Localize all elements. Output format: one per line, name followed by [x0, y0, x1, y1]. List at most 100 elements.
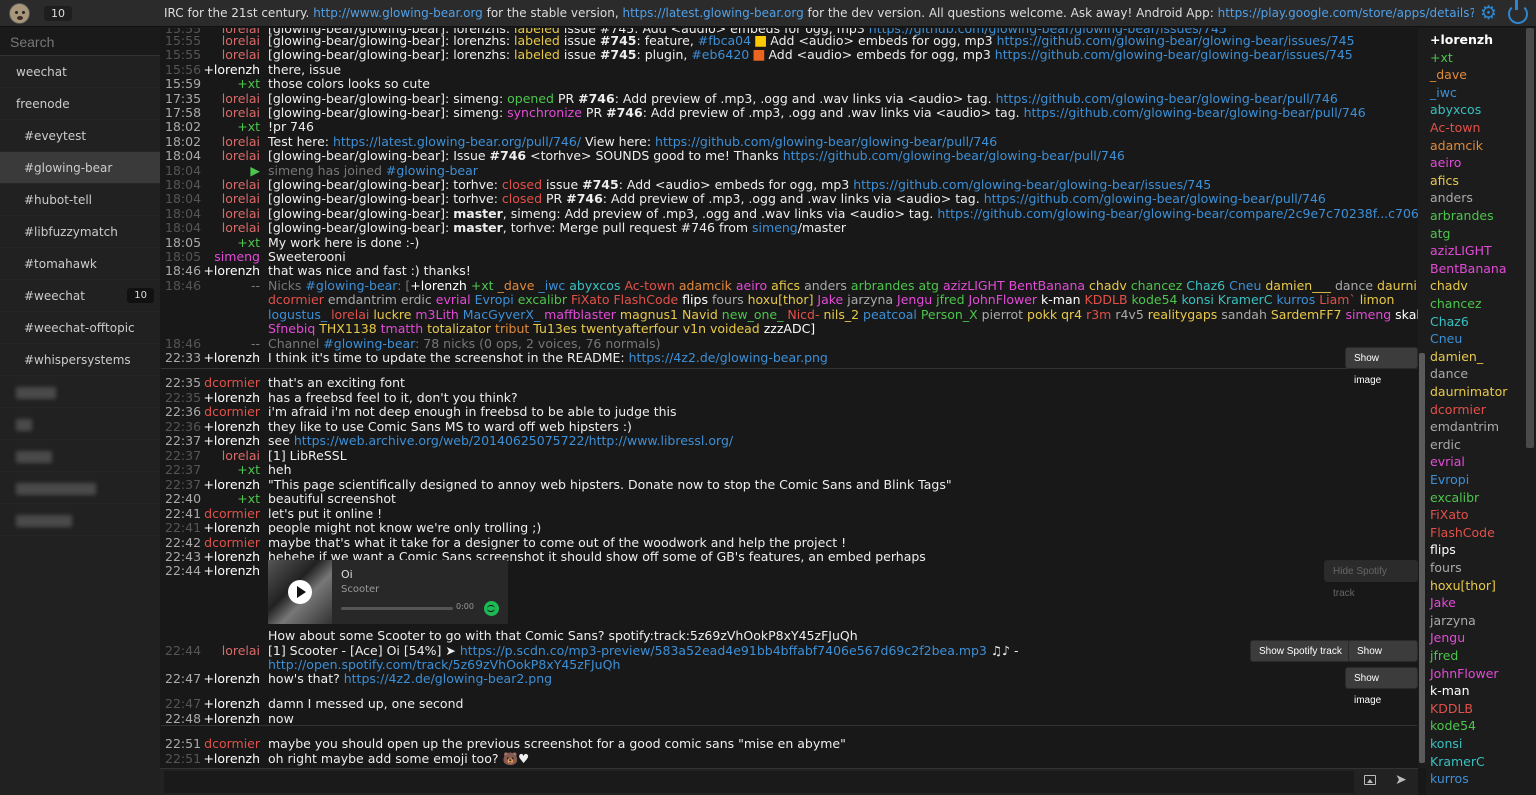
sidebar-item-hidden[interactable]: [0, 504, 160, 536]
nick[interactable]: +lorenzh: [160, 672, 260, 686]
message-input[interactable]: [164, 771, 1354, 793]
nicklist-entry[interactable]: dance: [1430, 365, 1468, 382]
nicklist-entry[interactable]: +xt: [1430, 49, 1453, 66]
show-audio-button[interactable]: Show audio: [1348, 640, 1418, 679]
nick[interactable]: +lorenzh: [160, 264, 260, 278]
message-link[interactable]: https://p.scdn.co/mp3-preview/583a52ead4…: [460, 643, 987, 658]
nick[interactable]: +xt: [160, 492, 260, 506]
sidebar-item-glowing-bear[interactable]: #glowing-bear: [0, 152, 160, 184]
nicklist-entry[interactable]: Jengu: [1430, 629, 1465, 646]
nick[interactable]: lorelai: [160, 34, 260, 48]
show-image-button[interactable]: Show image: [1345, 667, 1418, 706]
play-icon[interactable]: [288, 580, 312, 604]
message-link[interactable]: https://github.com/glowing-bear/glowing-…: [996, 91, 1338, 106]
nicklist-entry[interactable]: jfred: [1430, 647, 1458, 664]
message-link[interactable]: Evropi: [475, 292, 518, 307]
nick[interactable]: +xt: [160, 77, 260, 91]
nick[interactable]: lorelai: [160, 449, 260, 463]
message-link[interactable]: https://github.com/glowing-bear/glowing-…: [1024, 105, 1366, 120]
sidebar-item-hidden[interactable]: [0, 408, 160, 440]
nick[interactable]: lorelai: [160, 178, 260, 192]
nicklist-entry[interactable]: konsi: [1430, 735, 1462, 752]
message-link[interactable]: https://github.com/glowing-bear/glowing-…: [984, 191, 1326, 206]
nicklist-entry[interactable]: adamcik: [1430, 137, 1483, 154]
nick[interactable]: +lorenzh: [160, 521, 260, 535]
show-image-button[interactable]: Show image: [1345, 347, 1418, 386]
nick[interactable]: --: [160, 279, 260, 293]
sidebar-item-hidden[interactable]: [0, 472, 160, 504]
nicklist-entry[interactable]: chancez: [1430, 295, 1482, 312]
nick[interactable]: +lorenzh: [160, 391, 260, 405]
nicklist-entry[interactable]: Evropi: [1430, 471, 1469, 488]
nicklist-entry[interactable]: +lorenzh: [1430, 31, 1493, 48]
message-link[interactable]: https://github.com/glowing-bear/glowing-…: [853, 177, 1211, 192]
nicklist-entry[interactable]: FiXato: [1430, 506, 1469, 523]
message-link[interactable]: #eb6420: [691, 47, 749, 62]
nicklist-entry[interactable]: flips: [1430, 541, 1456, 558]
nick[interactable]: +lorenzh: [160, 478, 260, 492]
nick[interactable]: +lorenzh: [160, 564, 260, 578]
topic-link[interactable]: https://latest.glowing-bear.org: [622, 6, 803, 20]
nicklist-entry[interactable]: _dave: [1430, 66, 1467, 83]
message-link[interactable]: https://latest.glowing-bear.org/pull/746…: [333, 134, 581, 149]
nick[interactable]: dcormier: [160, 737, 260, 751]
message-link[interactable]: kurros: [1277, 292, 1320, 307]
nick[interactable]: lorelai: [160, 149, 260, 163]
nicklist-entry[interactable]: chadv: [1430, 277, 1468, 294]
nick[interactable]: +xt: [160, 463, 260, 477]
message-link[interactable]: https://github.com/glowing-bear/glowing-…: [655, 134, 997, 149]
nicklist-entry[interactable]: kode54: [1430, 717, 1476, 734]
nicklist-entry[interactable]: dcormier: [1430, 401, 1486, 418]
nicklist-entry[interactable]: hoxu[thor]: [1430, 577, 1496, 594]
nicklist-entry[interactable]: kurros: [1430, 770, 1469, 787]
nick[interactable]: ▶: [160, 164, 260, 178]
upload-image-icon[interactable]: [1364, 775, 1376, 785]
message-link[interactable]: Cneu: [1229, 278, 1265, 293]
message-link[interactable]: https://github.com/glowing-bear/glowing-…: [995, 47, 1353, 62]
nicklist-entry[interactable]: excalibr: [1430, 489, 1479, 506]
message-link[interactable]: #fbca04: [698, 33, 751, 48]
nicklist-entry[interactable]: abyxcos: [1430, 101, 1481, 118]
message-link[interactable]: https://github.com/glowing-bear/glowing-…: [783, 148, 1125, 163]
nick[interactable]: +lorenzh: [160, 420, 260, 434]
disconnect-power-icon[interactable]: [1508, 0, 1528, 24]
nicklist-entry[interactable]: daurnimator: [1430, 383, 1507, 400]
message-link[interactable]: logustus_: [268, 307, 331, 322]
nick[interactable]: lorelai: [160, 644, 260, 658]
nick[interactable]: dcormier: [160, 507, 260, 521]
scrollbar-thumb[interactable]: [1419, 353, 1425, 763]
nicklist-entry[interactable]: fours: [1430, 559, 1462, 576]
sidebar-item-hubot-tell[interactable]: #hubot-tell: [0, 184, 160, 216]
nicklist-entry[interactable]: KramerC: [1430, 753, 1485, 770]
message-link[interactable]: #glowing-bear: [323, 336, 415, 351]
message-link[interactable]: peatcoal: [863, 307, 921, 322]
nicklist-entry[interactable]: atg: [1430, 225, 1451, 242]
message-link[interactable]: https://4z2.de/glowing-bear2.png: [344, 671, 552, 686]
nick[interactable]: lorelai: [160, 135, 260, 149]
sidebar-item-eveytest[interactable]: #eveytest: [0, 120, 160, 152]
nick[interactable]: --: [160, 337, 260, 351]
sidebar-item-libfuzzymatch[interactable]: #libfuzzymatch: [0, 216, 160, 248]
nick[interactable]: +lorenzh: [160, 550, 260, 564]
nicklist-entry[interactable]: erdic: [1430, 436, 1461, 453]
nicklist-entry[interactable]: k-man: [1430, 682, 1470, 699]
message-link[interactable]: MacGyverX_: [463, 307, 544, 322]
sidebar-item-weechat[interactable]: #weechat 10: [0, 280, 160, 312]
message-link[interactable]: simeng: [752, 220, 798, 235]
message-link[interactable]: #glowing-bear: [305, 278, 397, 293]
nicklist-entry[interactable]: azizLIGHT: [1430, 242, 1492, 259]
nick[interactable]: lorelai: [160, 106, 260, 120]
nicklist-entry[interactable]: afics: [1430, 172, 1459, 189]
nicklist-entry[interactable]: emdantrim: [1430, 418, 1499, 435]
spotify-embed[interactable]: Oi Scooter 0:00: [268, 560, 508, 624]
topic-link[interactable]: http://www.glowing-bear.org: [313, 6, 483, 20]
send-icon[interactable]: ➤: [1395, 772, 1407, 788]
nicklist-entry[interactable]: arbrandes: [1430, 207, 1494, 224]
nick[interactable]: dcormier: [160, 536, 260, 550]
nicklist-entry[interactable]: JohnFlower: [1430, 665, 1499, 682]
nick[interactable]: +lorenzh: [160, 697, 260, 711]
nick[interactable]: lorelai: [160, 192, 260, 206]
sidebar-item-whispersystems[interactable]: #whispersystems: [0, 344, 160, 376]
nicklist-entry[interactable]: evrial: [1430, 453, 1465, 470]
nicklist-entry[interactable]: KDDLB: [1430, 700, 1473, 717]
